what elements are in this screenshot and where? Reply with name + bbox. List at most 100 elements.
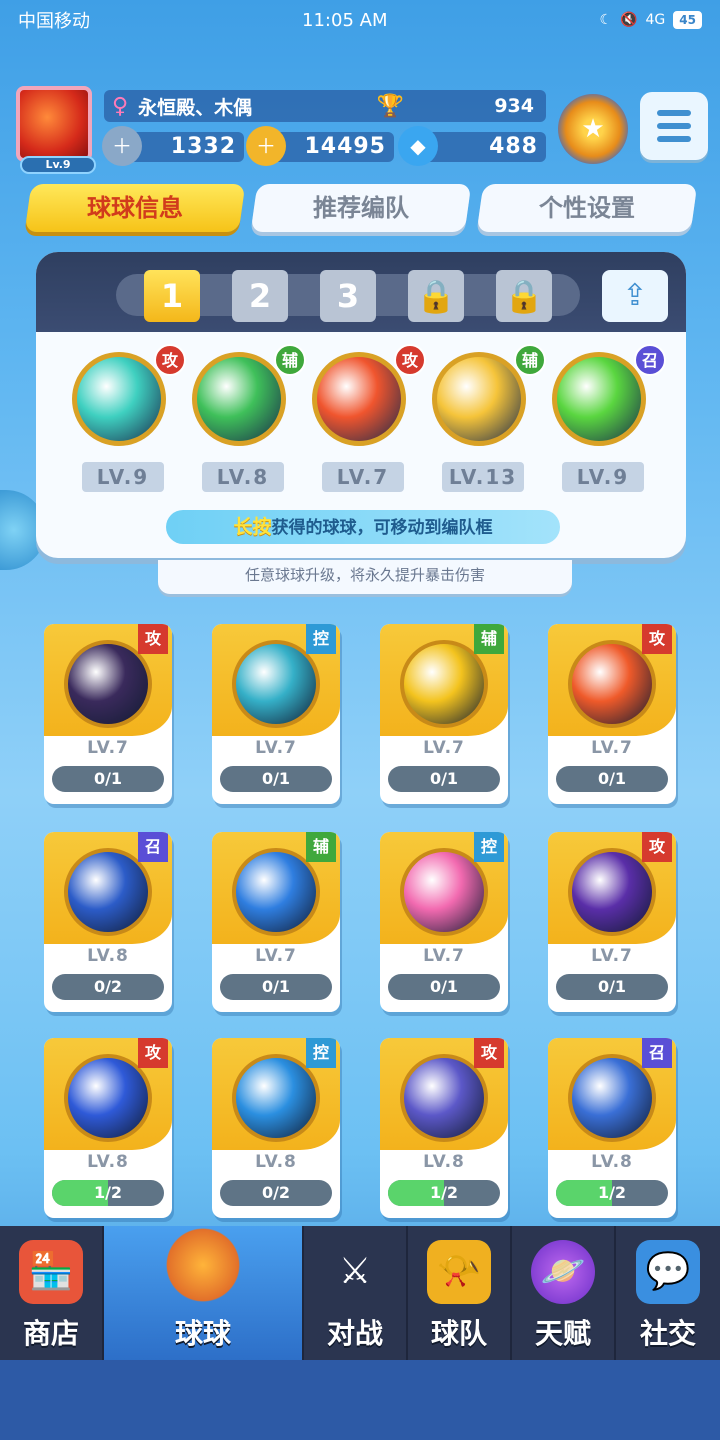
whistle-icon: 📯 (427, 1240, 491, 1304)
team-slot-locked-4[interactable]: 🔒 (408, 270, 464, 322)
ball-type-badge: 控 (306, 1038, 336, 1068)
share-button[interactable]: ⇪ (602, 270, 668, 322)
mute-icon: 🔇 (620, 12, 638, 28)
team-ball-level: LV.7 (322, 462, 404, 492)
ball-level: LV.8 (423, 1152, 465, 1172)
hamburger-line (657, 123, 691, 129)
progress-text: 1/2 (429, 1183, 459, 1202)
ball-type-badge: 辅 (306, 832, 336, 862)
rank-badge-icon[interactable]: ★ (558, 94, 628, 164)
ball-card[interactable]: 辅 LV.7 0/1 (380, 624, 508, 804)
ball-level: LV.7 (255, 738, 297, 758)
ball-card[interactable]: 召 LV.8 0/2 (44, 832, 172, 1012)
coin-plus-icon[interactable]: ＋ (246, 126, 286, 166)
progress-text: 0/1 (429, 769, 459, 788)
ball-level: LV.7 (423, 946, 465, 966)
ball-type-badge: 召 (642, 1038, 672, 1068)
nav-social[interactable]: 💬 社交 (616, 1226, 720, 1360)
ball-level: LV.7 (591, 738, 633, 758)
upgrade-progress-bar: 0/1 (388, 766, 500, 792)
battery-icon: 45 (673, 11, 702, 29)
nav-talent[interactable]: 🪐 天赋 (512, 1226, 616, 1360)
team-slot-1[interactable]: 1 (144, 270, 200, 322)
ball-level: LV.7 (423, 738, 465, 758)
crossed-swords-icon: ⚔ (338, 1251, 372, 1292)
signal-icon: 4G (645, 12, 666, 28)
ball-level: LV.8 (255, 1152, 297, 1172)
nav-team[interactable]: 📯 球队 (408, 1226, 512, 1360)
ball-type-badge: 控 (306, 624, 336, 654)
nav-shop[interactable]: 🏪 商店 (0, 1226, 104, 1360)
ball-type-badge: 辅 (514, 344, 546, 376)
ball-card[interactable]: 攻 LV.7 0/1 (44, 624, 172, 804)
team-ball[interactable] (312, 352, 406, 446)
ball-card[interactable]: 控 LV.7 0/1 (212, 624, 340, 804)
progress-text: 0/1 (429, 977, 459, 996)
tab-recommended-team[interactable]: 推荐编队 (250, 184, 472, 232)
player-level: Lv.9 (20, 156, 96, 174)
progress-text: 0/1 (597, 977, 627, 996)
ball-type-badge: 召 (634, 344, 666, 376)
ball-level: LV.8 (87, 1152, 129, 1172)
bottom-nav: 🏪 商店 球球 ⚔ 对战 📯 球队 🪐 天赋 💬 社交 (0, 1226, 720, 1360)
nav-balls[interactable]: 球球 (104, 1226, 304, 1360)
avatar[interactable]: Lv.9 (16, 86, 96, 174)
ball-card[interactable]: 辅 LV.7 0/1 (212, 832, 340, 1012)
ball-card[interactable]: 攻 LV.8 1/2 (380, 1038, 508, 1218)
ball-type-badge: 召 (138, 832, 168, 862)
currency1-plus-icon[interactable]: ＋ (102, 126, 142, 166)
player-name: 永恒殿、木偶 (138, 96, 253, 119)
ball-card[interactable]: 攻 LV.7 0/1 (548, 624, 676, 804)
ball-type-badge: 攻 (138, 1038, 168, 1068)
shop-icon: 🏪 (19, 1240, 83, 1304)
team-slot-3[interactable]: 3 (320, 270, 376, 322)
progress-text: 0/1 (93, 769, 123, 788)
upgrade-progress-bar: 0/2 (52, 974, 164, 1000)
team-ball[interactable] (192, 352, 286, 446)
ball-card[interactable]: 攻 LV.8 1/2 (44, 1038, 172, 1218)
progress-text: 1/2 (93, 1183, 123, 1202)
upgrade-progress-bar: 1/2 (556, 1180, 668, 1206)
tab-personal-settings[interactable]: 个性设置 (476, 184, 698, 232)
ball-type-badge: 攻 (154, 344, 186, 376)
chat-heart-icon: 💬 (636, 1240, 700, 1304)
team-ball[interactable] (552, 352, 646, 446)
lock-icon: 🔒 (416, 277, 456, 315)
ball-type-badge: 攻 (642, 832, 672, 862)
team-ball[interactable] (72, 352, 166, 446)
upgrade-progress-bar: 0/1 (52, 766, 164, 792)
trophy-count: 934 (494, 95, 534, 117)
team-slot-header: 1 2 3 🔒 🔒 ⇪ (36, 252, 686, 332)
gem-plus-icon[interactable]: ◆ (398, 126, 438, 166)
team-slot-locked-5[interactable]: 🔒 (496, 270, 552, 322)
ball-card[interactable]: 控 LV.7 0/1 (380, 832, 508, 1012)
ball-type-badge: 攻 (642, 624, 672, 654)
nav-battle[interactable]: ⚔ 对战 (304, 1226, 408, 1360)
tab-ball-info[interactable]: 球球信息 (24, 184, 246, 232)
upgrade-progress-bar: 0/1 (556, 766, 668, 792)
team-ball-level: LV.9 (82, 462, 164, 492)
hamburger-line (657, 110, 691, 116)
ball-type-badge: 辅 (274, 344, 306, 376)
team-ball-level: LV.8 (202, 462, 284, 492)
moon-icon: ☾ (599, 12, 613, 28)
female-icon: ♀ (112, 93, 129, 119)
menu-button[interactable] (640, 92, 708, 160)
hamburger-line (657, 136, 691, 142)
upgrade-progress-bar: 0/2 (220, 1180, 332, 1206)
clock: 11:05 AM (302, 9, 388, 31)
carrier-label: 中国移动 (18, 11, 90, 32)
lock-icon: 🔒 (504, 277, 544, 315)
progress-text: 0/1 (261, 769, 291, 788)
team-ball[interactable] (432, 352, 526, 446)
ball-card[interactable]: 召 LV.8 1/2 (548, 1038, 676, 1218)
upgrade-progress-bar: 0/1 (388, 974, 500, 1000)
upgrade-progress-bar: 1/2 (388, 1180, 500, 1206)
planet-icon: 🪐 (531, 1240, 595, 1304)
team-slot-2[interactable]: 2 (232, 270, 288, 322)
player-info-bar: ♀ 永恒殿、木偶 🏆 934 (104, 90, 546, 122)
ball-jar-icon (158, 1226, 248, 1304)
ball-card[interactable]: 控 LV.8 0/2 (212, 1038, 340, 1218)
nav-bottom-bar (0, 1360, 720, 1440)
ball-card[interactable]: 攻 LV.7 0/1 (548, 832, 676, 1012)
